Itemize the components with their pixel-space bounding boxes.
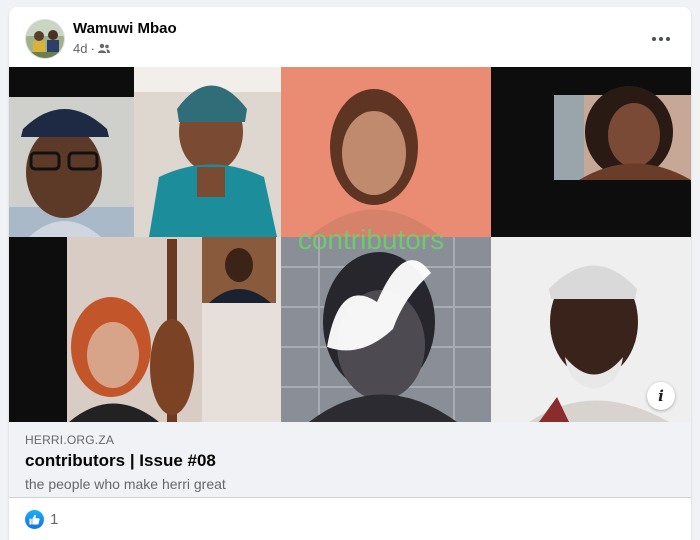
more-options-icon[interactable] [647, 25, 675, 53]
link-domain: HERRI.ORG.ZA [25, 433, 115, 447]
post-card: Wamuwi Mbao 4d · contributors i HERRI.OR… [9, 7, 691, 540]
meta-separator: · [90, 41, 95, 56]
reaction-bar: 1 [9, 499, 691, 539]
link-preview[interactable]: HERRI.ORG.ZA contributors | Issue #08 th… [9, 422, 691, 498]
author-name[interactable]: Wamuwi Mbao [73, 20, 177, 37]
post-image-collage[interactable]: contributors i [9, 67, 691, 422]
link-title[interactable]: contributors | Issue #08 [25, 451, 216, 471]
like-reaction-icon[interactable] [25, 510, 44, 529]
avatar-photo [26, 20, 64, 58]
collage-overlay-text: contributors [298, 224, 444, 255]
friends-icon[interactable] [97, 41, 110, 56]
post-meta: 4d · [73, 41, 110, 56]
info-icon[interactable]: i [647, 382, 675, 410]
collage-image: contributors [9, 67, 691, 422]
post-header: Wamuwi Mbao 4d · [9, 7, 691, 67]
link-description: the people who make herri great [25, 476, 226, 492]
post-time[interactable]: 4d [73, 41, 87, 56]
author-avatar[interactable] [25, 19, 65, 59]
reaction-count[interactable]: 1 [50, 511, 58, 528]
